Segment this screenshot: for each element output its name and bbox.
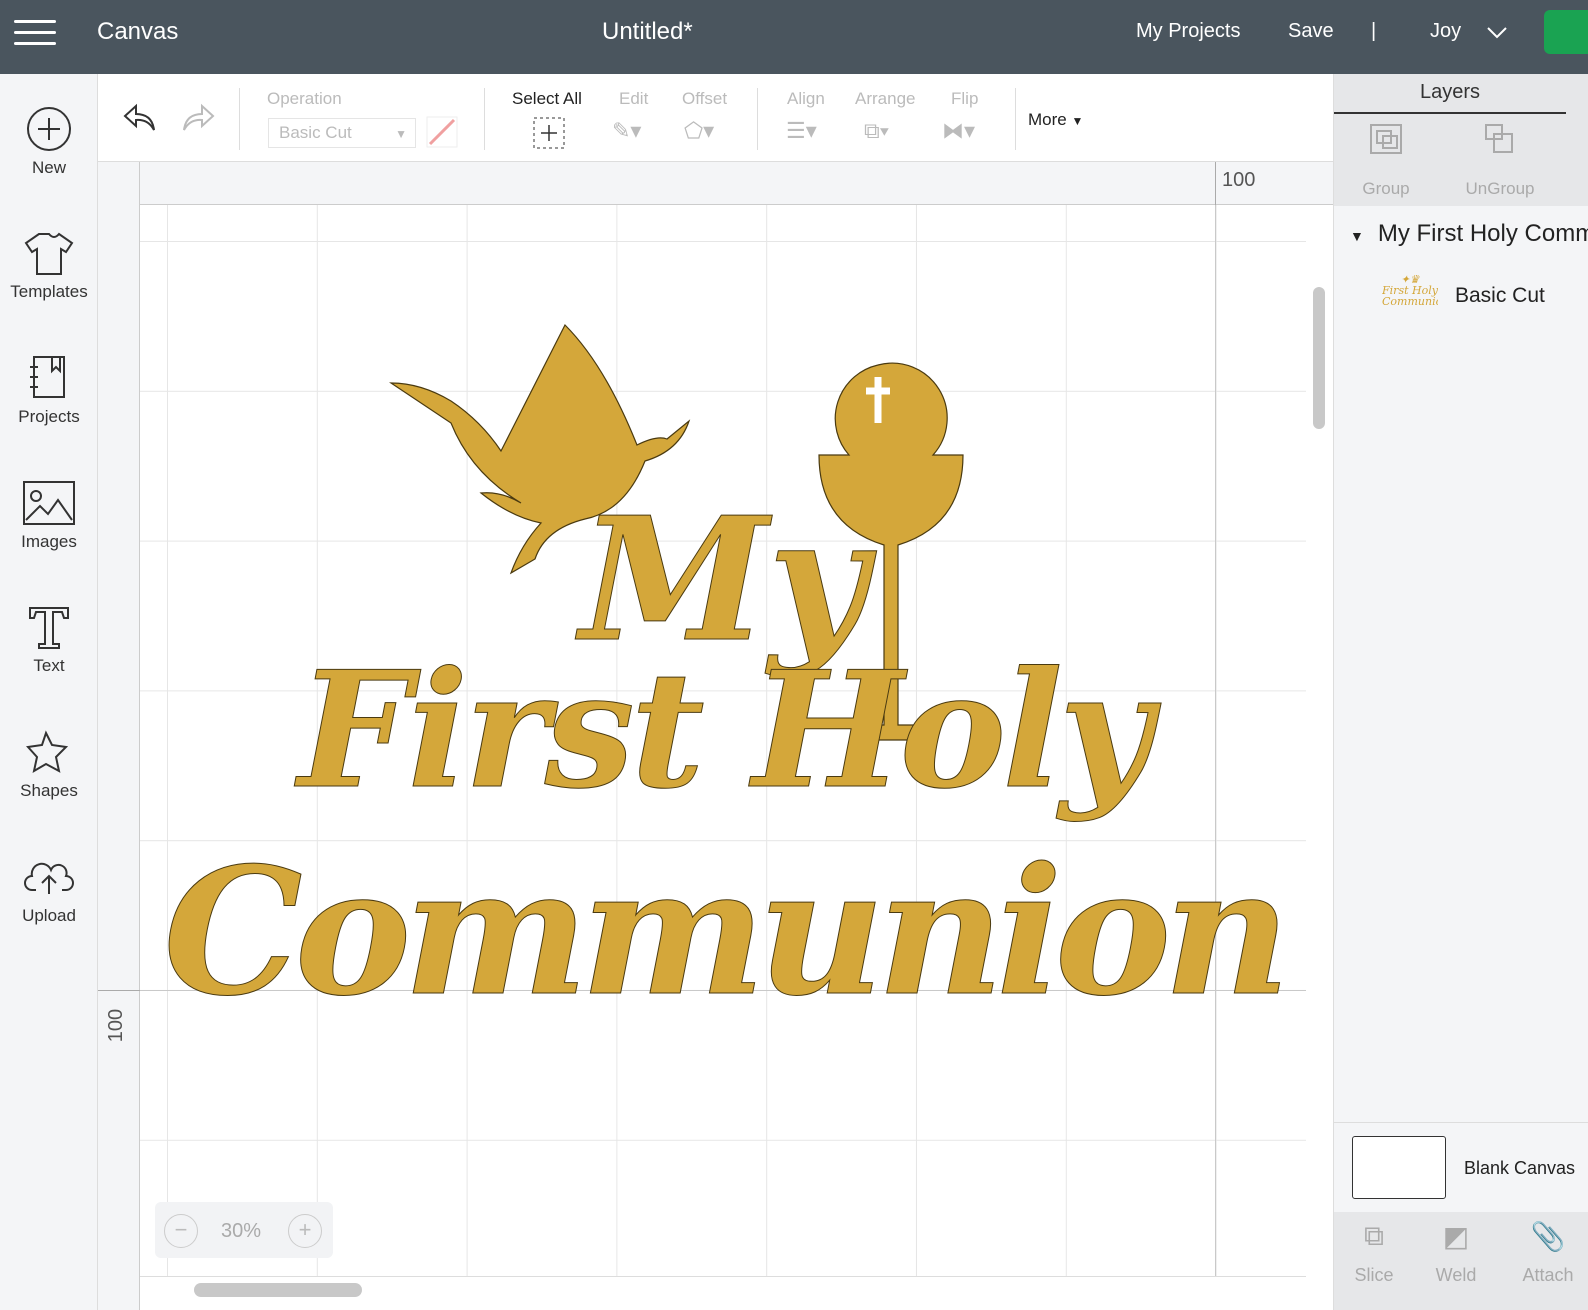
edit-label: Edit [619, 89, 649, 108]
ruler-vertical: 100 [98, 162, 140, 1310]
ruler-horizontal: 100 [140, 162, 1333, 205]
sidebar-label: Text [33, 656, 65, 675]
divider [484, 88, 485, 150]
group-icon [1370, 124, 1402, 154]
layer-thumbnail: ✦♛First HolyCommunion [1382, 274, 1438, 308]
more-menu[interactable]: More ▼ [1028, 110, 1083, 130]
user-menu[interactable]: Joy [1430, 20, 1461, 43]
sidebar-item-upload[interactable]: Upload [0, 854, 98, 926]
notebook-icon [30, 356, 65, 398]
group-button[interactable]: Group [1358, 122, 1414, 199]
dropdown-arrow-icon: ▼ [395, 127, 407, 141]
redo-icon[interactable] [180, 102, 216, 134]
zoom-out-button[interactable]: − [164, 1214, 198, 1248]
cloud-upload-icon [24, 862, 74, 894]
align-icon: ☰▾ [786, 118, 817, 143]
slice-label: Slice [1354, 1265, 1394, 1285]
linetype-color-swatch[interactable] [426, 116, 458, 148]
app-name: Canvas [97, 18, 179, 45]
make-it-button[interactable] [1544, 10, 1588, 54]
ungroup-button[interactable]: UnGroup [1458, 122, 1542, 199]
attach-button[interactable]: 📎 Attach [1518, 1220, 1578, 1286]
ungroup-icon [1485, 124, 1513, 153]
collapse-arrow-icon[interactable]: ▼ [1350, 228, 1364, 244]
ungroup-label: UnGroup [1465, 179, 1535, 198]
divider: | [1371, 20, 1377, 42]
image-icon [23, 481, 75, 525]
arrange-icon: ⧉▾ [864, 118, 889, 143]
slice-icon: ⧉ [1364, 1220, 1384, 1251]
layer-group-name: My First Holy Communion [1377, 220, 1588, 247]
layer-item-basic-cut[interactable]: Basic Cut [1455, 284, 1545, 308]
sidebar-label: Templates [10, 282, 88, 301]
offset-label: Offset [682, 89, 728, 108]
shapes-icon [26, 730, 69, 774]
operation-label: Operation [267, 89, 342, 108]
weld-label: Weld [1435, 1265, 1477, 1285]
save-button[interactable]: Save [1288, 20, 1334, 43]
sidebar-item-projects[interactable]: Projects [0, 355, 98, 427]
paperclip-icon: 📎 [1530, 1221, 1566, 1252]
sidebar-item-images[interactable]: Images [0, 480, 98, 552]
zoom-level: 30% [221, 1220, 262, 1242]
sidebar-item-templates[interactable]: Templates [0, 230, 98, 302]
sidebar-item-text[interactable]: Text [0, 604, 98, 676]
top-bar: Canvas Untitled* My Projects Save | Joy [0, 0, 1588, 74]
offset-icon: ⬠▾ [684, 118, 715, 143]
attach-label: Attach [1522, 1265, 1574, 1285]
chevron-down-icon[interactable] [1486, 26, 1508, 40]
blank-canvas-swatch[interactable] [1352, 1136, 1446, 1199]
group-label: Group [1362, 179, 1410, 198]
horizontal-scrollbar[interactable] [194, 1283, 362, 1297]
layer-group-row[interactable]: ▼ My First Holy Communion [1350, 220, 1588, 248]
slice-button[interactable]: ⧉ Slice [1352, 1220, 1396, 1286]
left-sidebar: New Templates Projects Images Text Shape… [0, 74, 98, 1310]
edit-icon: ✎▾ [612, 118, 642, 143]
divider [239, 88, 240, 150]
more-label: More [1028, 110, 1067, 129]
divider [1015, 88, 1016, 150]
arrange-label: Arrange [855, 89, 916, 108]
vertical-scrollbar[interactable] [1313, 287, 1325, 429]
operation-select[interactable]: Basic Cut ▼ [268, 118, 416, 148]
operation-value: Basic Cut [279, 123, 352, 142]
ruler-mark: 100 [105, 1008, 128, 1043]
my-projects-link[interactable]: My Projects [1136, 20, 1240, 43]
project-title: Untitled* [602, 18, 693, 45]
weld-icon: ◩ [1442, 1221, 1470, 1252]
design-line-2: First Holy [298, 636, 1153, 824]
flip-label: Flip [951, 89, 979, 108]
divider [757, 88, 758, 150]
undo-icon[interactable] [122, 102, 158, 134]
sidebar-item-shapes[interactable]: Shapes [0, 729, 98, 801]
blank-canvas-label: Blank Canvas [1464, 1158, 1576, 1178]
design-line-3: Communion [163, 830, 1291, 1035]
sidebar-item-new[interactable]: New [0, 106, 98, 178]
tab-layers[interactable]: Layers [1334, 74, 1566, 114]
edit-toolbar: Operation Basic Cut ▼ Select All Edit ✎▾ … [98, 74, 1333, 162]
zoom-in-button[interactable]: + [288, 1214, 322, 1248]
sidebar-label: Shapes [20, 781, 78, 800]
sidebar-label: Projects [18, 407, 80, 426]
sidebar-label: Images [21, 532, 77, 551]
flip-icon: ⧓▾ [942, 118, 976, 143]
select-all-label[interactable]: Select All [512, 89, 582, 109]
ruler-mark: 100 [1222, 169, 1256, 191]
menu-icon[interactable] [14, 20, 56, 48]
sidebar-label: Upload [22, 906, 76, 925]
design-canvas[interactable]: My First Holy Communion [140, 205, 1333, 1310]
select-all-icon[interactable] [532, 116, 566, 150]
dropdown-arrow-icon: ▼ [1071, 114, 1084, 128]
plus-circle-icon [27, 107, 71, 151]
zoom-control: − 30% + [155, 1202, 333, 1258]
text-icon [29, 607, 69, 649]
layers-panel: Layers Group UnGroup ▼ My First Holy Comm… [1333, 74, 1588, 1310]
align-label: Align [787, 89, 825, 108]
sidebar-label: New [31, 158, 66, 177]
tshirt-icon [24, 232, 74, 275]
weld-button[interactable]: ◩ Weld [1434, 1220, 1478, 1286]
